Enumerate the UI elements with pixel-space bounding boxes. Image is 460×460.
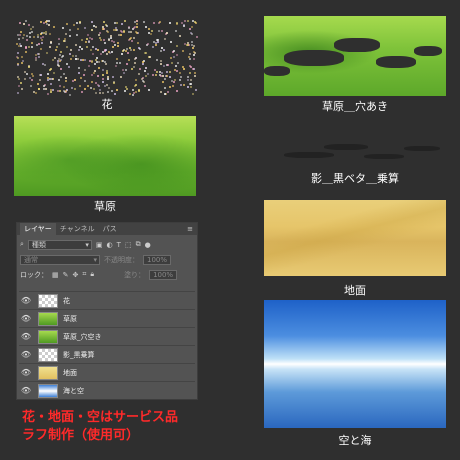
layer-thumbnail [38, 311, 58, 326]
lock-artboard-icon[interactable]: ⌗ [82, 270, 86, 279]
ground-thumbnail [264, 200, 446, 276]
panel-tabbar: レイヤー チャンネル パス ≡ [17, 223, 197, 235]
shadow-thumbnail [264, 134, 446, 170]
layer-row[interactable]: 👁︎ 草原 [19, 309, 195, 327]
eye-icon[interactable]: 👁︎ [19, 350, 33, 359]
service-note: 花・地面・空はサービス品 [22, 410, 179, 425]
eye-icon[interactable]: 👁︎ [19, 332, 33, 341]
search-icon: ⌕ [20, 240, 24, 248]
opacity-label: 不透明度： [104, 255, 139, 264]
lock-all-icon[interactable]: 🔒︎ [90, 270, 94, 279]
filter-row: ⌕ 種類 ▾ ▣ ◐ T ⬚ ⧉ ● [17, 238, 197, 251]
ground-caption: 地面 [344, 284, 366, 297]
blend-mode-select[interactable]: 通常 ▾ [20, 254, 100, 265]
opacity-field[interactable]: 100% [143, 254, 172, 265]
flowers-thumbnail [16, 20, 198, 96]
tab-paths[interactable]: パス [99, 223, 121, 235]
layer-name: 地面 [63, 368, 77, 377]
chevron-down-icon: ▾ [85, 240, 89, 249]
lock-row: ロック： ▦ ✎ ✥ ⌗ 🔒︎ 塗り： 100% [17, 268, 197, 281]
grass-hole-caption: 草原＿穴あき [322, 100, 388, 113]
blend-mode-label: 通常 [24, 255, 38, 264]
panel-menu-icon[interactable]: ≡ [187, 223, 193, 235]
eye-icon[interactable]: 👁︎ [19, 368, 33, 377]
type-filter-icon[interactable]: T [117, 241, 121, 249]
layers-panel: レイヤー チャンネル パス ≡ ⌕ 種類 ▾ ▣ ◐ T ⬚ ⧉ ● 通常 ▾ … [16, 222, 198, 400]
pixel-filter-icon[interactable]: ▣ [96, 241, 103, 249]
tab-channels[interactable]: チャンネル [56, 223, 99, 235]
sky-thumbnail [264, 300, 446, 428]
lock-paint-icon[interactable]: ✎ [63, 271, 69, 279]
layer-thumbnail [38, 293, 58, 308]
eye-icon[interactable]: 👁︎ [19, 296, 33, 305]
grass-hole-thumbnail [264, 16, 446, 96]
flowers-caption: 花 [101, 98, 113, 111]
layer-row[interactable]: 👁︎ 地面 [19, 363, 195, 381]
grass-thumbnail [14, 116, 196, 196]
layer-thumbnail [38, 329, 58, 344]
filter-toggle-icon[interactable]: ● [145, 241, 151, 249]
shadow-caption: 影＿黒ベタ＿乗算 [311, 172, 399, 185]
layer-row[interactable]: 👁︎ 花 [19, 291, 195, 309]
fill-field[interactable]: 100% [149, 269, 178, 280]
lock-transparency-icon[interactable]: ▦ [52, 271, 59, 279]
tab-layers[interactable]: レイヤー [20, 223, 56, 235]
lock-position-icon[interactable]: ✥ [73, 271, 79, 279]
rough-note: ラフ制作（使用可） [22, 428, 140, 443]
layer-name: 影_黒乗算 [63, 350, 95, 359]
blend-row: 通常 ▾ 不透明度： 100% [17, 253, 197, 266]
eye-icon[interactable]: 👁︎ [19, 386, 33, 395]
chevron-down-icon: ▾ [93, 255, 97, 264]
layer-row[interactable]: 👁︎ 草原_穴空き [19, 327, 195, 345]
shape-filter-icon[interactable]: ⬚ [125, 241, 132, 249]
layer-row[interactable]: 👁︎ 影_黒乗算 [19, 345, 195, 363]
grass-caption: 草原 [94, 200, 116, 213]
layer-thumbnail [38, 347, 58, 362]
layer-list: 👁︎ 花 👁︎ 草原 👁︎ 草原_穴空き 👁︎ 影_黒乗算 👁︎ 地面 👁︎ 海… [19, 291, 195, 399]
adjustment-filter-icon[interactable]: ◐ [107, 241, 113, 249]
sky-caption: 空と海 [338, 434, 372, 447]
filter-select-label: 種類 [31, 240, 46, 249]
fill-label: 塗り： [124, 270, 146, 279]
eye-icon[interactable]: 👁︎ [19, 314, 33, 323]
layer-name: 草原 [63, 314, 77, 323]
layer-name: 海と空 [63, 386, 84, 395]
lock-label: ロック： [20, 270, 48, 279]
filter-select[interactable]: 種類 ▾ [27, 239, 92, 250]
layer-row[interactable]: 👁︎ 海と空 [19, 381, 195, 399]
smart-object-filter-icon[interactable]: ⧉ [136, 240, 141, 249]
layer-thumbnail [38, 383, 58, 398]
layer-name: 花 [63, 296, 70, 305]
layer-thumbnail [38, 365, 58, 380]
layer-name: 草原_穴空き [63, 332, 102, 341]
